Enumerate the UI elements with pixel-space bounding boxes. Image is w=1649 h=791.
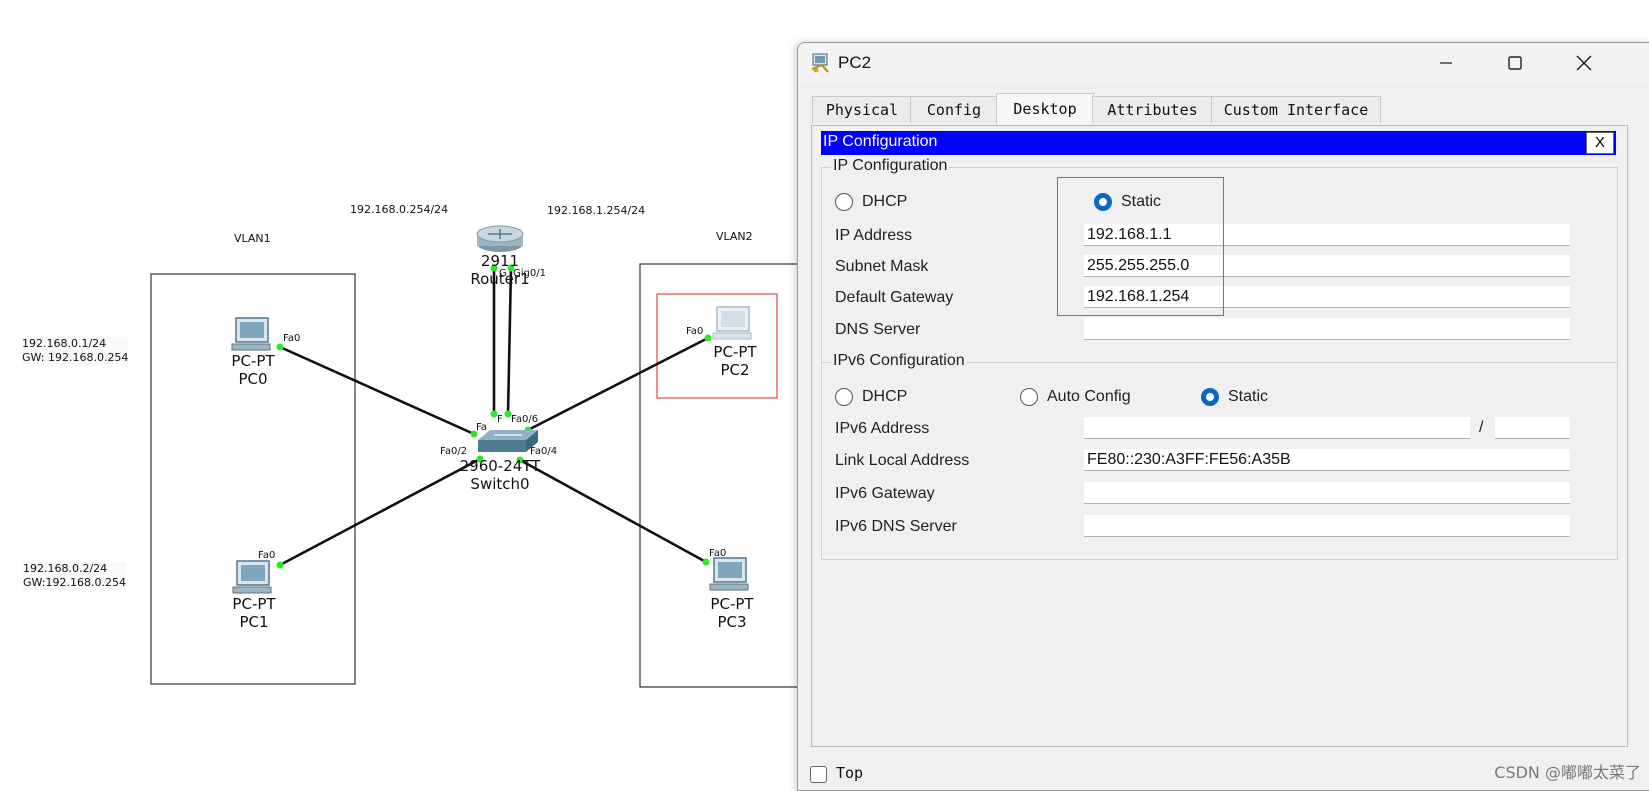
dns-server-input[interactable] — [1084, 318, 1570, 340]
maximize-button[interactable] — [1492, 47, 1538, 79]
pc0-note: 192.168.0.1/24 GW: 192.168.0.254 — [22, 337, 129, 365]
pc0-note-ip: 192.168.0.1/24 — [22, 337, 107, 350]
switch-port-label-top-b: Fa — [476, 422, 487, 433]
switch-name-label: Switch0 — [470, 475, 530, 493]
ipv6-static-radio[interactable]: Static — [1201, 388, 1268, 406]
ipv6-prefix-input[interactable] — [1495, 417, 1570, 439]
pc3-port-label: Fa0 — [709, 548, 727, 559]
pc1-note: 192.168.0.2/24 GW:192.168.0.254 — [23, 562, 126, 590]
ipv6-gateway-label: IPv6 Gateway — [835, 485, 935, 502]
pc3-type-label: PC-PT — [710, 595, 754, 613]
switch-port-label-top-a: F — [497, 414, 503, 425]
maximize-icon — [1508, 56, 1522, 70]
ipv6-dns-server-input[interactable] — [1084, 515, 1570, 537]
vlan2-label: VLAN2 — [716, 230, 753, 243]
pc3-name-label: PC3 — [717, 613, 747, 631]
window-title: PC2 — [838, 53, 872, 72]
ipv6-address-input[interactable] — [1084, 417, 1470, 439]
pc1-type-label: PC-PT — [232, 595, 276, 613]
pc0-name-label: PC0 — [238, 370, 268, 388]
close-icon — [1576, 55, 1592, 71]
ipv4-dhcp-radio[interactable]: DHCP — [835, 193, 907, 211]
vlan1-label: VLAN1 — [234, 232, 271, 245]
ipv6-dhcp-radio[interactable]: DHCP — [835, 388, 907, 406]
pc2-type-label: PC-PT — [713, 343, 757, 361]
switch-port-fa04: Fa0/4 — [530, 446, 558, 457]
ip-config-header-title: IP Configuration — [823, 133, 938, 150]
desktop-panel: IP Configuration X IP Configuration DHCP… — [811, 125, 1628, 747]
pc0-icon — [231, 317, 271, 351]
pc2-name-label: PC2 — [720, 361, 750, 379]
switch-model-label: 2960-24TT — [459, 457, 541, 475]
pc1-note-ip: 192.168.0.2/24 — [23, 562, 108, 575]
tab-config[interactable]: Config — [910, 96, 998, 123]
router-port-right: Gig0/1 — [513, 268, 546, 279]
minimize-button[interactable] — [1423, 47, 1469, 79]
pc0-note-gw: GW: 192.168.0.254 — [22, 351, 129, 364]
ipv6-group-title: IPv6 Configuration — [831, 352, 967, 370]
radio-selected-icon — [1201, 388, 1219, 406]
router-ip-right-label: 192.168.1.254/24 — [547, 204, 646, 217]
switch-icon — [478, 430, 538, 452]
ipv6-static-label: Static — [1228, 388, 1269, 405]
pc2-port-label: Fa0 — [686, 326, 704, 337]
dns-server-label: DNS Server — [835, 321, 921, 338]
link-pc3-switch — [519, 458, 707, 564]
ipv6-prefix-slash: / — [1479, 419, 1484, 436]
close-window-button[interactable] — [1561, 47, 1607, 79]
watermark-text: CSDN @嘟嘟太菜了 — [1494, 763, 1641, 782]
default-gateway-label: Default Gateway — [835, 289, 954, 306]
ipv6-dns-server-label: IPv6 DNS Server — [835, 518, 957, 535]
router-port-left: G — [499, 268, 507, 279]
pc2-window: PC2 Physical Config Desktop Attributes C… — [797, 42, 1649, 791]
radio-unselected-icon — [1020, 388, 1038, 406]
ipv4-group-title: IP Configuration — [831, 157, 950, 175]
pc2-icon — [712, 306, 752, 340]
radio-unselected-icon — [835, 388, 853, 406]
ip-config-header: IP Configuration X — [821, 131, 1616, 155]
tab-desktop[interactable]: Desktop — [996, 93, 1094, 124]
ipv6-dhcp-label: DHCP — [862, 388, 908, 405]
link-router-switch-b — [506, 267, 513, 415]
link-pc0-switch — [279, 345, 475, 436]
pc1-port-label: Fa0 — [258, 550, 276, 561]
switch-port-fa02: Fa0/2 — [440, 446, 468, 457]
pc-app-icon — [811, 53, 829, 73]
ipv4-dhcp-label: DHCP — [862, 193, 908, 210]
switch-port-fa06: Fa0/6 — [511, 414, 539, 425]
link-local-address-input[interactable] — [1084, 449, 1570, 471]
ip-config-close-button[interactable]: X — [1586, 132, 1614, 154]
top-checkbox-label: Top — [836, 764, 864, 782]
pc1-name-label: PC1 — [239, 613, 269, 631]
tab-physical[interactable]: Physical — [812, 96, 912, 123]
minimize-icon — [1440, 62, 1452, 64]
tab-custom-interface[interactable]: Custom Interface — [1211, 96, 1381, 123]
link-pc1-switch — [279, 457, 481, 567]
ipv6-config-group: IPv6 Configuration DHCP Auto Config Stat… — [821, 352, 1618, 560]
ipv6-auto-config-radio[interactable]: Auto Config — [1020, 388, 1131, 406]
router-icon — [476, 225, 524, 252]
subnet-mask-label: Subnet Mask — [835, 258, 929, 275]
ipv6-auto-label: Auto Config — [1047, 388, 1131, 405]
link-pc2-switch — [527, 336, 709, 432]
ip-address-label: IP Address — [835, 227, 913, 244]
pc1-icon — [232, 560, 272, 594]
pc0-port-label: Fa0 — [283, 333, 301, 344]
pc3-icon — [709, 557, 749, 591]
router-ip-left-label: 192.168.0.254/24 — [350, 203, 449, 216]
static-config-highlight — [1057, 177, 1224, 316]
pc1-note-gw: GW:192.168.0.254 — [23, 576, 126, 589]
tab-attributes[interactable]: Attributes — [1092, 96, 1213, 123]
radio-unselected-icon — [835, 193, 853, 211]
ipv4-config-group: IP Configuration DHCP Static IP Address … — [821, 157, 1618, 364]
link-local-address-label: Link Local Address — [835, 452, 970, 469]
window-titlebar[interactable]: PC2 — [798, 43, 1649, 83]
ipv6-gateway-input[interactable] — [1084, 482, 1570, 504]
pc0-type-label: PC-PT — [231, 352, 275, 370]
top-checkbox[interactable] — [810, 766, 827, 783]
ipv6-address-label: IPv6 Address — [835, 420, 930, 437]
